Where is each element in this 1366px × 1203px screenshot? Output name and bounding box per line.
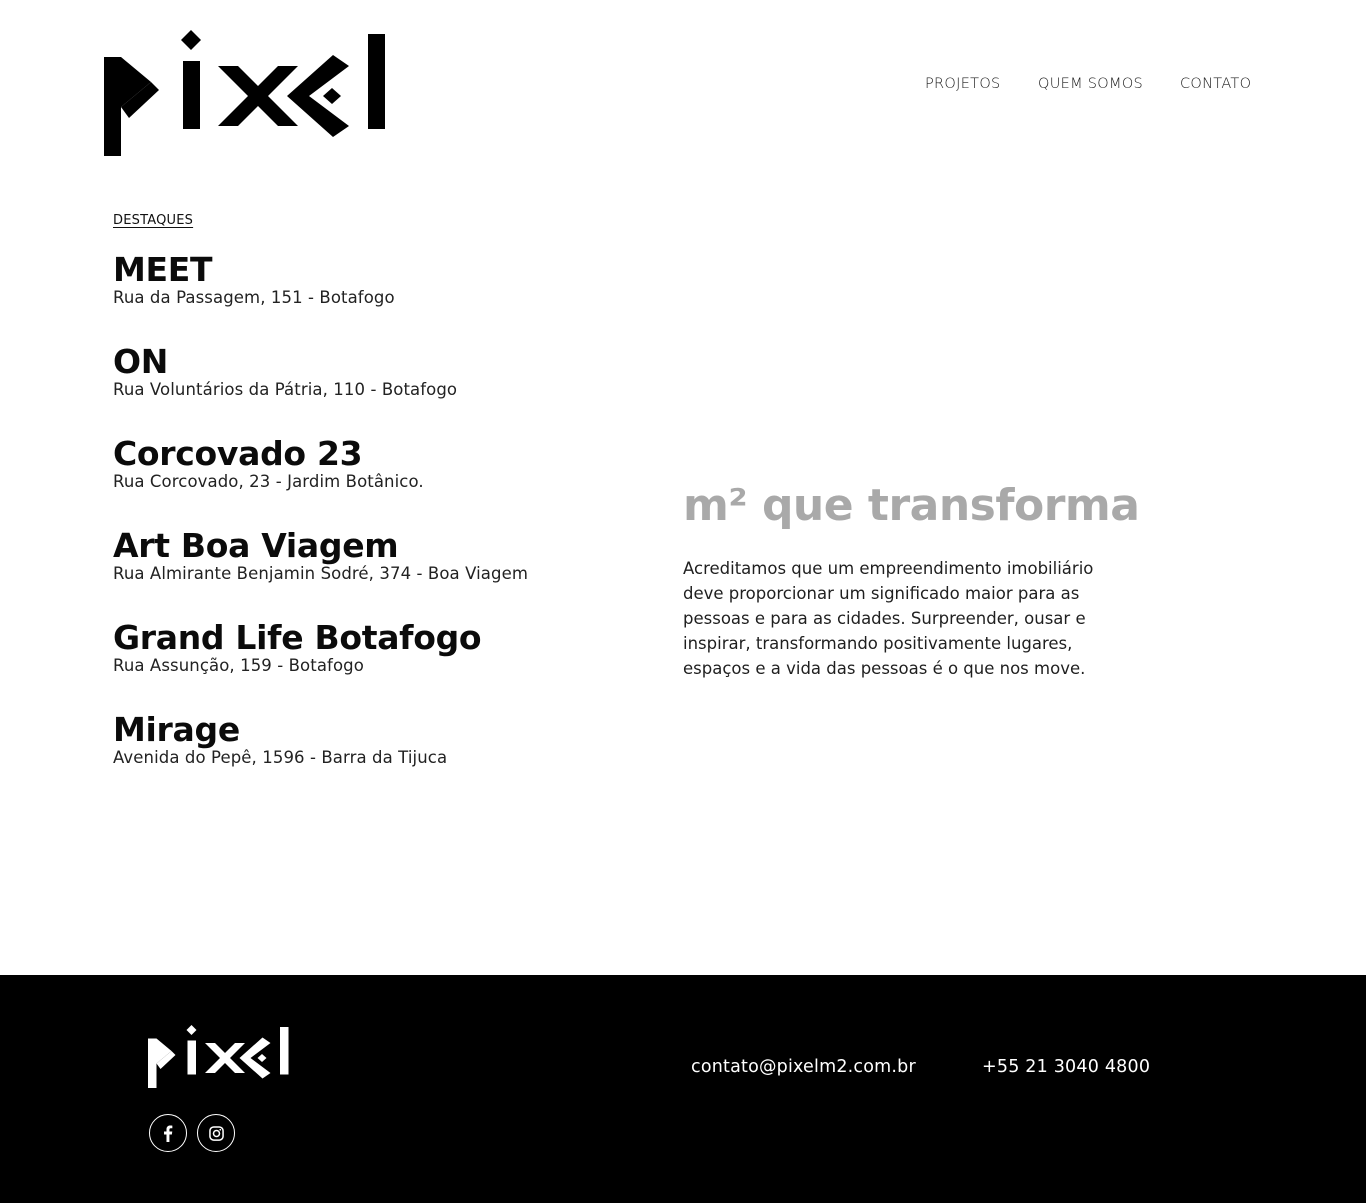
footer-email-link[interactable]: contato@pixelm2.com.br	[691, 1057, 916, 1077]
nav-projetos[interactable]: PROJETOS	[925, 76, 1001, 92]
facebook-button[interactable]	[149, 1114, 187, 1152]
project-address: Rua da Passagem, 151 - Botafogo	[113, 288, 395, 307]
project-item[interactable]: Art Boa Viagem Rua Almirante Benjamin So…	[113, 528, 633, 584]
project-item[interactable]: ON Rua Voluntários da Pátria, 110 - Bota…	[113, 344, 633, 400]
nav-quem-somos[interactable]: QUEM SOMOS	[1038, 76, 1143, 92]
project-address: Rua Voluntários da Pátria, 110 - Botafog…	[113, 380, 458, 399]
project-item[interactable]: Corcovado 23 Rua Corcovado, 23 - Jardim …	[113, 436, 633, 492]
facebook-icon	[164, 1124, 173, 1142]
project-item[interactable]: Mirage Avenida do Pepê, 1596 - Barra da …	[113, 712, 633, 768]
project-title[interactable]: Grand Life Botafogo	[113, 620, 633, 656]
main-nav: PROJETOS QUEM SOMOS CONTATO	[0, 76, 1366, 98]
footer: contato@pixelm2.com.br +55 21 3040 4800	[0, 975, 1366, 1203]
project-address: Avenida do Pepê, 1596 - Barra da Tijuca	[113, 748, 448, 767]
about-text: Acreditamos que um empreendimento imobil…	[683, 559, 1094, 678]
instagram-button[interactable]	[197, 1114, 235, 1152]
nav-contato[interactable]: CONTATO	[1180, 76, 1251, 92]
project-title[interactable]: Mirage	[113, 712, 633, 748]
page: PROJETOS QUEM SOMOS CONTATO DESTAQUES ME…	[0, 0, 1366, 1203]
footer-pixel-logo	[148, 1025, 289, 1088]
instagram-icon	[208, 1125, 224, 1141]
project-address: Rua Almirante Benjamin Sodré, 374 - Boa …	[113, 564, 528, 583]
project-item[interactable]: MEET Rua da Passagem, 151 - Botafogo	[113, 252, 633, 308]
project-title[interactable]: MEET	[113, 252, 633, 288]
project-address: Rua Assunção, 159 - Botafogo	[113, 656, 364, 675]
project-title[interactable]: Art Boa Viagem	[113, 528, 633, 564]
project-address: Rua Corcovado, 23 - Jardim Botânico.	[113, 472, 424, 491]
tagline-heading: m² que transforma	[683, 480, 1140, 531]
project-title[interactable]: Corcovado 23	[113, 436, 633, 472]
destaques-label[interactable]: DESTAQUES	[113, 213, 193, 228]
footer-phone-link[interactable]: +55 21 3040 4800	[982, 1057, 1150, 1077]
project-title[interactable]: ON	[113, 344, 633, 380]
project-item[interactable]: Grand Life Botafogo Rua Assunção, 159 - …	[113, 620, 633, 676]
